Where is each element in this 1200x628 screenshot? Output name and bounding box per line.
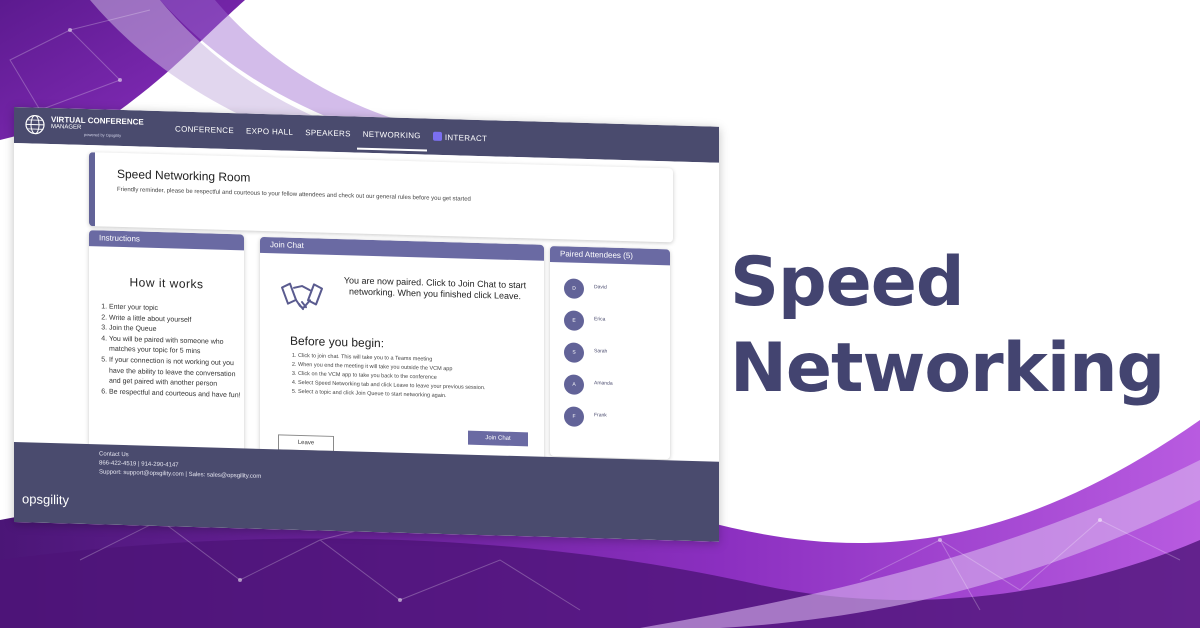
instructions-header: Instructions (89, 230, 244, 251)
room-title: Speed Networking Room (117, 166, 251, 185)
nav-expo-hall[interactable]: EXPO HALL (240, 126, 299, 146)
logo-powered-by: powered by Opsgility (84, 131, 122, 138)
vcm-logo[interactable]: VIRTUAL CONFERENCE MANAGER powered by Op… (24, 113, 164, 143)
nav-interact[interactable]: INTERACT (427, 131, 493, 152)
room-reminder: Friendly reminder, please be respectful … (117, 186, 471, 203)
headline-line-2: Networking (730, 329, 1165, 408)
attendee-name: Erica (594, 316, 606, 323)
before-you-begin-title: Before you begin: (290, 333, 385, 351)
nav-networking[interactable]: NETWORKING (356, 129, 427, 152)
attendee-name: David (594, 284, 607, 291)
paired-message: You are now paired. Click to Join Chat t… (343, 275, 527, 302)
nav-conference[interactable]: CONFERENCE (169, 124, 240, 144)
attendee-name: Frank (594, 412, 607, 419)
paired-attendees-header: Paired Attendees (5) (550, 245, 670, 266)
paired-attendees-card: Paired Attendees (5) D David E Erica S S… (550, 245, 670, 460)
globe-icon (25, 114, 45, 135)
teams-icon (432, 131, 442, 141)
avatar: E (564, 310, 584, 331)
instructions-card: Instructions How it works Enter your top… (89, 230, 244, 479)
attendee-name: Sarah (594, 348, 608, 355)
avatar: D (564, 278, 584, 299)
join-chat-button[interactable]: Join Chat (468, 430, 528, 447)
instruction-item: If your connection is not working out yo… (109, 356, 244, 392)
welcome-card: Speed Networking Room Friendly reminder,… (89, 152, 673, 243)
logo-subtitle: MANAGER (51, 124, 82, 131)
contact-info: Contact Us 866-422-4519 | 914-290-4147 S… (99, 450, 261, 482)
attendee-name: Amanda (594, 380, 613, 387)
avatar: A (564, 374, 584, 395)
join-chat-header: Join Chat (260, 236, 544, 261)
avatar: F (564, 406, 584, 427)
instructions-list: Enter your topic Write a little about yo… (97, 302, 244, 402)
handshake-icon (281, 282, 323, 311)
steps-list: Click to join chat. This will take you t… (290, 352, 544, 404)
nav-speakers[interactable]: SPEAKERS (299, 128, 357, 148)
join-chat-card: Join Chat You are now paired. Click to J… (260, 236, 544, 477)
how-it-works-title: How it works (129, 275, 204, 292)
headline: Speed Networking (730, 240, 1165, 412)
opsgility-logo[interactable]: opsgility (22, 491, 69, 507)
avatar: S (564, 342, 584, 363)
nav-interact-label: INTERACT (444, 133, 488, 144)
app-screenshot: VIRTUAL CONFERENCE MANAGER powered by Op… (14, 107, 719, 542)
main-content: Speed Networking Room Friendly reminder,… (14, 143, 719, 479)
headline-line-1: Speed (730, 243, 965, 322)
